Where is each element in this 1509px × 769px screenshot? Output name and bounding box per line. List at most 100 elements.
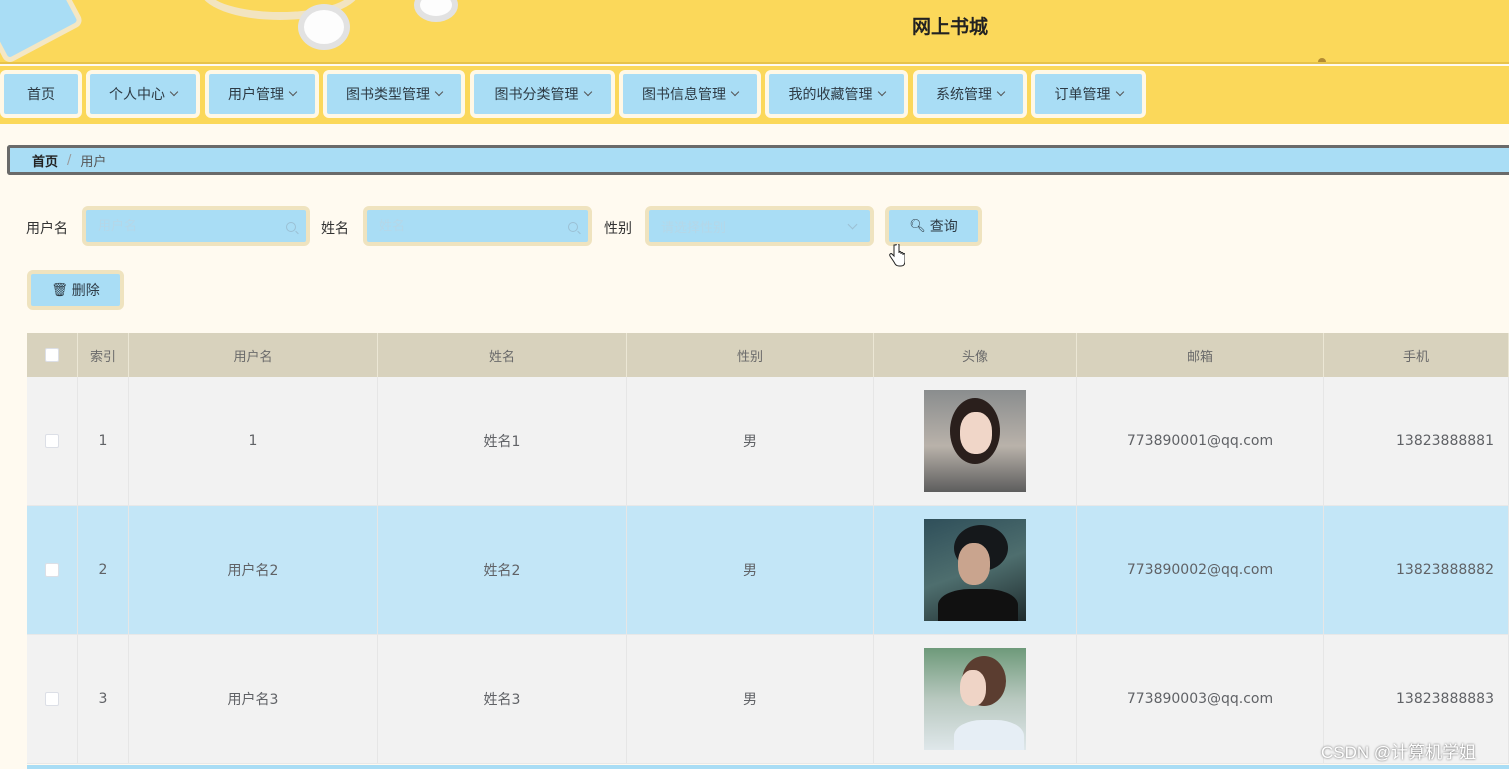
avatar[interactable] <box>924 648 1026 750</box>
chevron-down-icon <box>583 87 592 97</box>
nav-item-label: 系统管理 <box>936 87 992 103</box>
table-header-row: 索引 用户名 姓名 性别 头像 邮箱 手机 <box>27 333 1509 377</box>
column-header-gender: 性别 <box>627 333 874 377</box>
avatar[interactable] <box>924 519 1026 621</box>
search-icon: 🔍︎ <box>909 218 926 234</box>
row-checkbox[interactable] <box>45 563 59 577</box>
chevron-down-icon <box>434 87 444 97</box>
gender-select[interactable]: 请选择性别 <box>645 206 874 246</box>
table-row[interactable]: 1 1 姓名1 男 773890001@qq.com 13823888881 <box>27 377 1509 506</box>
nav-item-book-category-management[interactable]: 图书分类管理 <box>470 70 615 118</box>
nav-item-label: 个人中心 <box>109 87 165 103</box>
user-table: 索引 用户名 姓名 性别 头像 邮箱 手机 1 1 姓名1 男 77389000… <box>27 333 1509 764</box>
nav-item-system-management[interactable]: 系统管理 <box>913 70 1027 118</box>
gender-label: 性别 <box>604 221 632 237</box>
cell-gender: 男 <box>627 506 874 634</box>
table-row[interactable]: 2 用户名2 姓名2 男 773890002@qq.com 1382388888… <box>27 506 1509 635</box>
nav-item-home[interactable]: 首页 <box>0 70 82 118</box>
nav-item-personal-center[interactable]: 个人中心 <box>86 70 200 118</box>
query-button-label: 查询 <box>929 219 958 235</box>
trash-icon: 🗑︎ <box>51 282 68 298</box>
breadcrumb-home[interactable]: 首页 <box>32 151 58 170</box>
cell-phone: 13823888881 <box>1324 377 1509 505</box>
select-all-checkbox[interactable] <box>45 348 59 362</box>
cell-email: 773890001@qq.com <box>1077 377 1324 505</box>
chevron-down-icon <box>1115 87 1124 97</box>
name-label: 姓名 <box>321 221 349 237</box>
row-select-cell <box>27 506 78 634</box>
row-checkbox[interactable] <box>45 434 59 448</box>
nav-item-favorites-management[interactable]: 我的收藏管理 <box>765 70 908 118</box>
name-search-input[interactable] <box>379 218 539 234</box>
username-search-input[interactable] <box>98 218 258 234</box>
cell-index: 3 <box>78 635 129 763</box>
nav-item-user-management[interactable]: 用户管理 <box>205 70 319 118</box>
search-icon <box>568 222 578 232</box>
column-header-phone: 手机 <box>1324 333 1509 377</box>
cell-avatar <box>874 506 1077 634</box>
row-select-cell <box>27 635 78 763</box>
cell-index: 2 <box>78 506 129 634</box>
watermark: CSDN @计算机学姐 <box>1321 743 1477 762</box>
table-bottom-edge <box>27 765 1509 769</box>
select-all-cell <box>27 333 78 377</box>
cell-index: 1 <box>78 377 129 505</box>
row-checkbox[interactable] <box>45 692 59 706</box>
table-row[interactable]: 3 用户名3 姓名3 男 773890003@qq.com 1382388888… <box>27 635 1509 764</box>
nav-item-book-type-management[interactable]: 图书类型管理 <box>323 70 465 118</box>
earbud-decoration-icon <box>298 4 350 50</box>
chevron-down-icon <box>847 219 858 230</box>
cell-email: 773890003@qq.com <box>1077 635 1324 763</box>
phone-decoration-icon <box>0 0 85 62</box>
search-icon <box>286 222 296 232</box>
cell-email: 773890002@qq.com <box>1077 506 1324 634</box>
site-title: 网上书城 <box>911 16 988 38</box>
column-header-avatar: 头像 <box>874 333 1077 377</box>
app-header: 网上书城 <box>0 0 1509 64</box>
nav-item-book-info-management[interactable]: 图书信息管理 <box>619 70 761 118</box>
cell-gender: 男 <box>627 377 874 505</box>
nav-item-order-management[interactable]: 订单管理 <box>1031 70 1146 118</box>
nav-item-label: 订单管理 <box>1054 87 1111 103</box>
breadcrumb-current: 用户 <box>80 154 107 170</box>
chevron-down-icon <box>288 87 298 97</box>
cell-username: 1 <box>129 377 378 505</box>
top-nav: 首页 个人中心 用户管理 图书类型管理 图书分类管理 图书信息管理 我的收藏管理… <box>0 66 1509 124</box>
cell-username: 用户名2 <box>129 506 378 634</box>
cell-phone: 13823888882 <box>1324 506 1509 634</box>
chevron-down-icon <box>877 87 886 97</box>
delete-button[interactable]: 🗑︎ 删除 <box>27 270 124 310</box>
breadcrumb-separator: / <box>67 152 72 168</box>
nav-item-label: 图书分类管理 <box>494 87 579 103</box>
username-label: 用户名 <box>26 221 68 237</box>
column-header-email: 邮箱 <box>1077 333 1324 377</box>
cell-avatar <box>874 377 1077 505</box>
nav-item-label: 图书类型管理 <box>346 87 430 103</box>
gender-select-placeholder: 请选择性别 <box>661 220 727 236</box>
nav-item-label: 我的收藏管理 <box>788 87 873 103</box>
nav-item-label: 用户管理 <box>228 87 284 103</box>
chevron-down-icon <box>730 87 740 97</box>
row-select-cell <box>27 377 78 505</box>
cell-name: 姓名1 <box>378 377 627 505</box>
earbud-decoration-icon <box>414 0 458 22</box>
breadcrumb: 首页 / 用户 <box>7 145 1509 175</box>
cell-avatar <box>874 635 1077 763</box>
name-field-wrap <box>363 206 592 246</box>
chevron-down-icon <box>169 87 179 97</box>
decoration-dot <box>1318 58 1326 62</box>
column-header-username: 用户名 <box>129 333 378 377</box>
delete-button-label: 删除 <box>71 283 100 299</box>
column-header-name: 姓名 <box>378 333 627 377</box>
column-header-index: 索引 <box>78 333 129 377</box>
nav-item-label: 图书信息管理 <box>642 87 726 103</box>
cell-name: 姓名2 <box>378 506 627 634</box>
cell-gender: 男 <box>627 635 874 763</box>
cell-name: 姓名3 <box>378 635 627 763</box>
query-button[interactable]: 🔍︎ 查询 <box>885 206 982 246</box>
nav-item-label: 首页 <box>27 87 55 103</box>
username-field-wrap <box>82 206 310 246</box>
cell-username: 用户名3 <box>129 635 378 763</box>
avatar[interactable] <box>924 390 1026 492</box>
chevron-down-icon <box>996 87 1006 97</box>
